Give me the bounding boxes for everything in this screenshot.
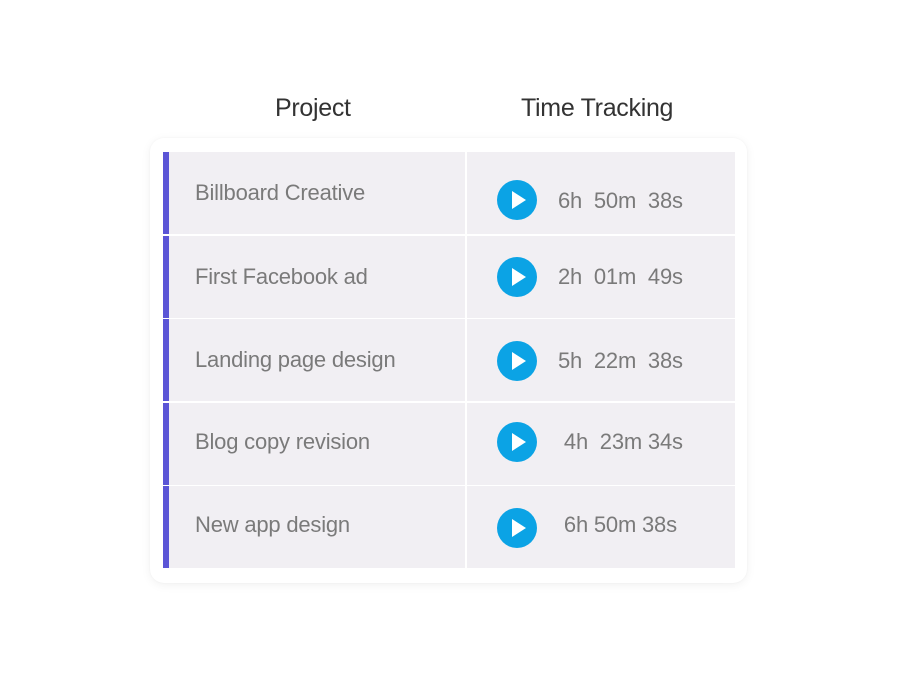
- column-header-project: Project: [275, 94, 351, 122]
- project-name: Blog copy revision: [195, 429, 370, 454]
- table-row: Landing page design 5h 22m 38s: [163, 319, 735, 401]
- project-cell[interactable]: First Facebook ad: [169, 236, 465, 318]
- time-cell: 6h 50m 38s: [467, 152, 735, 234]
- time-cell: 6h 50m 38s: [467, 486, 735, 568]
- table-row: Billboard Creative 6h 50m 38s: [163, 152, 735, 234]
- project-name: Landing page design: [195, 347, 396, 372]
- project-name: New app design: [195, 512, 350, 537]
- project-cell[interactable]: Billboard Creative: [169, 152, 465, 234]
- play-icon[interactable]: [497, 422, 537, 462]
- table-row: New app design 6h 50m 38s: [163, 486, 735, 568]
- play-icon[interactable]: [497, 180, 537, 220]
- time-value: 5h 22m 38s: [558, 348, 683, 373]
- play-icon[interactable]: [497, 257, 537, 297]
- play-icon[interactable]: [497, 341, 537, 381]
- time-value: 4h 23m 34s: [558, 429, 683, 454]
- time-value: 2h 01m 49s: [558, 264, 683, 289]
- time-cell: 2h 01m 49s: [467, 236, 735, 318]
- project-cell[interactable]: New app design: [169, 486, 465, 568]
- project-name: First Facebook ad: [195, 264, 368, 289]
- play-icon[interactable]: [497, 508, 537, 548]
- column-header-time-tracking: Time Tracking: [521, 94, 674, 122]
- project-cell[interactable]: Blog copy revision: [169, 403, 465, 485]
- time-tracking-card: Billboard Creative 6h 50m 38s First Face…: [150, 138, 747, 583]
- time-cell: 4h 23m 34s: [467, 403, 735, 485]
- time-cell: 5h 22m 38s: [467, 319, 735, 401]
- table-row: Blog copy revision 4h 23m 34s: [163, 403, 735, 485]
- project-name: Billboard Creative: [195, 180, 366, 205]
- time-value: 6h 50m 38s: [558, 512, 677, 537]
- time-value: 6h 50m 38s: [558, 188, 683, 213]
- table-row: First Facebook ad 2h 01m 49s: [163, 236, 735, 318]
- project-cell[interactable]: Landing page design: [169, 319, 465, 401]
